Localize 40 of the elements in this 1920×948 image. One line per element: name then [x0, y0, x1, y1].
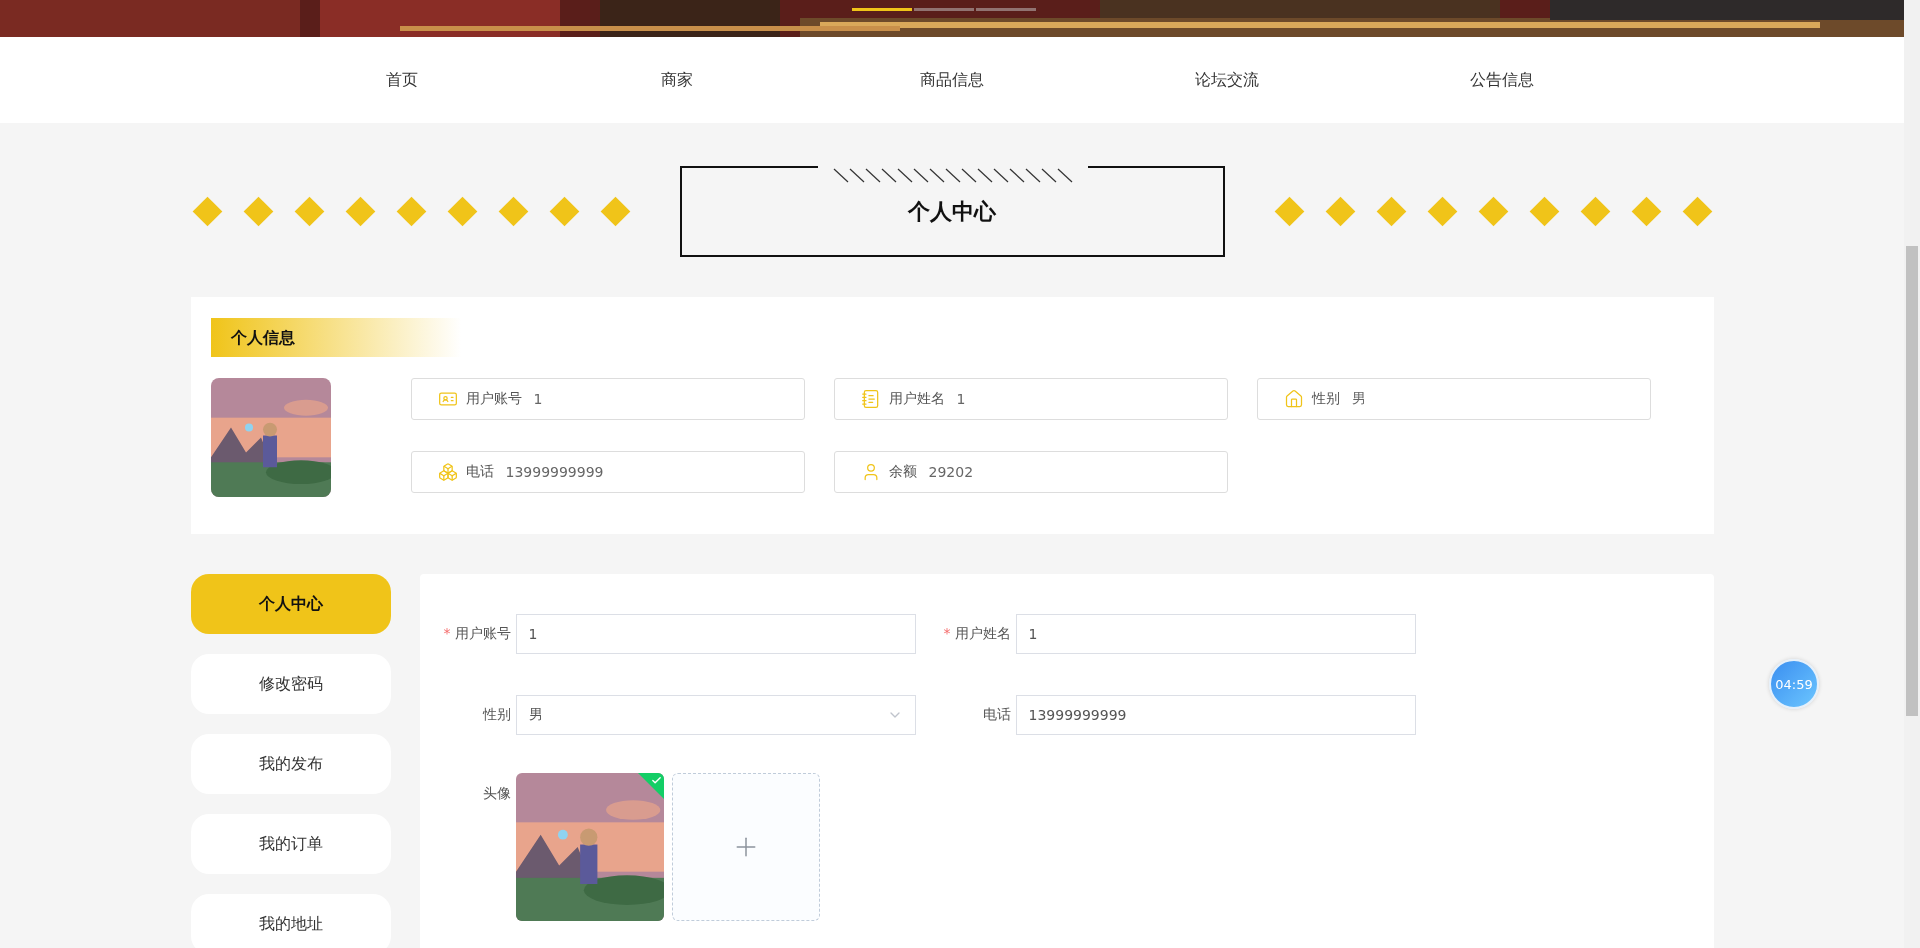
nav-link[interactable]: 商家: [661, 69, 693, 91]
input-field[interactable]: 1: [515, 614, 916, 654]
timer-badge: 04:59: [1769, 659, 1819, 709]
nav-link[interactable]: 商品信息: [920, 69, 984, 91]
info-value: 1: [533, 391, 543, 407]
field-label: * 用户姓名: [942, 625, 1012, 643]
nav-link[interactable]: 论坛交流: [1195, 69, 1259, 91]
field-label: * 用户账号: [442, 625, 512, 643]
field-label: 电话: [981, 706, 1012, 724]
upload-button[interactable]: [671, 773, 820, 921]
input-field[interactable]: 1: [1015, 614, 1416, 654]
menu-item[interactable]: 我的订单: [190, 814, 391, 874]
input-field[interactable]: 13999999999: [1015, 695, 1416, 735]
info-label: 性别: [1311, 390, 1340, 408]
menu-item[interactable]: 我的地址: [190, 894, 391, 948]
field-label: 头像: [481, 784, 512, 803]
menu-item[interactable]: 个人中心: [190, 574, 391, 634]
select-field[interactable]: 男: [515, 695, 916, 735]
page-title: 个人中心: [908, 197, 996, 226]
menu-item[interactable]: 修改密码: [190, 654, 391, 714]
carousel-indicator[interactable]: [914, 8, 974, 11]
info-label: 用户姓名: [888, 390, 945, 408]
check-icon: [650, 775, 662, 786]
menu-item[interactable]: 我的发布: [190, 734, 391, 794]
scrollbar[interactable]: [1904, 0, 1920, 948]
info-value: 13999999999: [505, 464, 604, 480]
nav-link[interactable]: 首页: [386, 69, 418, 91]
carousel-indicator[interactable]: [976, 8, 1036, 11]
info-value: 男: [1351, 390, 1366, 408]
field-label: 性别: [481, 706, 512, 724]
info-value: 29202: [928, 464, 974, 480]
notepad-icon: [860, 389, 881, 409]
info-label: 余额: [888, 463, 917, 481]
nav-link[interactable]: 公告信息: [1470, 69, 1534, 91]
info-value: 1: [956, 391, 966, 407]
boxes-icon: [437, 462, 458, 482]
house-icon: [1283, 389, 1304, 409]
info-label: 用户账号: [465, 390, 522, 408]
info-label: 电话: [465, 463, 494, 481]
carousel-indicator[interactable]: [852, 8, 912, 11]
